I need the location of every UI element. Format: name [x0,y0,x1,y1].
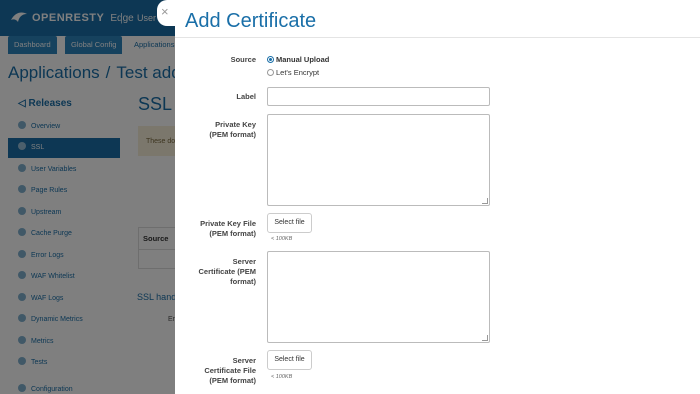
title-divider [175,37,700,38]
label-line: Server [232,356,256,365]
label-line: Certificate File [204,366,256,375]
radio-label: Let's Encrypt [276,67,320,77]
radio-label: Manual Upload [276,54,330,64]
private-key-file-size-hint: < 100KB [271,236,293,242]
private-key-textarea[interactable] [267,114,490,206]
private-key-file-label: Private Key File (PEM format) [175,219,256,239]
label-line: (PEM format) [209,130,256,139]
source-label: Source [230,55,256,64]
label-line: Server [232,257,256,266]
label-line: (PEM format) [209,229,256,238]
server-certificate-file-label: Server Certificate File (PEM format) [175,356,256,386]
label-field-label: Label [236,92,256,101]
server-certificate-file-size-hint: < 100KB [271,374,293,380]
radio-unchecked-icon [267,68,274,76]
server-certificate-select-file-button[interactable]: Select file [267,350,312,370]
close-icon: × [161,4,169,19]
radio-manual-upload[interactable]: Manual Upload [267,54,329,64]
label-line: Certificate (PEM [198,267,256,276]
radio-lets-encrypt[interactable]: Let's Encrypt [267,67,319,77]
private-key-select-file-button[interactable]: Select file [267,213,312,233]
server-certificate-label: Server Certificate (PEM format) [175,257,256,287]
label-line: Private Key File [200,219,256,228]
drawer-title: Add Certificate [185,10,317,32]
label-line: format) [230,277,256,286]
private-key-label: Private Key (PEM format) [175,120,256,140]
add-certificate-drawer: Add Certificate Source Manual Upload Let… [175,0,700,394]
label-line: (PEM format) [209,376,256,385]
label-line: Private Key [215,120,256,129]
radio-checked-icon [267,55,274,63]
label-input[interactable] [267,87,490,106]
server-certificate-textarea[interactable] [267,251,490,343]
